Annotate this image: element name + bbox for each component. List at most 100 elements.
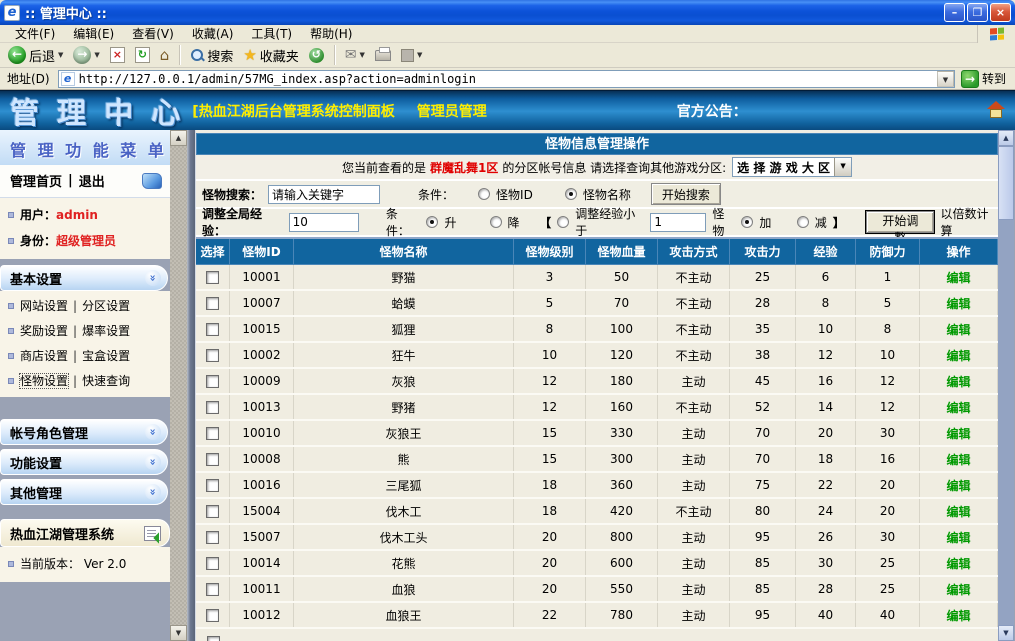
menu-tools[interactable]: 工具(T)	[242, 25, 301, 43]
banner-home-icon[interactable]	[987, 103, 1005, 118]
scrollbar-thumb[interactable]	[998, 146, 1014, 220]
sidebar-home-link[interactable]: 管理首页	[10, 171, 62, 190]
address-dropdown-icon[interactable]: ▼	[937, 71, 954, 87]
edit-page-button[interactable]: ▼	[397, 44, 426, 66]
back-button[interactable]: ← 后退 ▼	[4, 44, 67, 66]
row-checkbox[interactable]	[206, 609, 219, 622]
sidebar-section-other[interactable]: 其他管理 »	[0, 479, 168, 505]
forward-dropdown-icon[interactable]: ▼	[94, 51, 99, 59]
sidebar-section-basic-settings[interactable]: 基本设置 »	[0, 265, 168, 291]
scrollbar-track[interactable]	[998, 220, 1014, 625]
sidebar-section-accounts[interactable]: 帐号角色管理 »	[0, 419, 168, 445]
start-search-button[interactable]: 开始搜索	[651, 183, 721, 205]
history-button[interactable]: ↺	[305, 44, 328, 66]
chevron-down-icon[interactable]: »	[145, 424, 161, 440]
row-checkbox[interactable]	[206, 557, 219, 570]
radio-monster-id[interactable]	[478, 188, 490, 200]
edit-link[interactable]: 编辑	[946, 451, 970, 468]
forward-button[interactable]: → ▼	[69, 44, 103, 66]
close-button[interactable]: ×	[990, 3, 1011, 22]
monster-search-input[interactable]	[268, 185, 380, 204]
edit-link[interactable]: 编辑	[946, 269, 970, 286]
edit-link[interactable]: 编辑	[946, 321, 970, 338]
stop-button[interactable]: ×	[106, 44, 129, 66]
row-checkbox[interactable]	[206, 479, 219, 492]
exp-value-input[interactable]	[289, 213, 359, 232]
scroll-down-icon[interactable]: ▼	[170, 625, 187, 641]
zone-select[interactable]: 选 择 游 戏 大 区 ▼	[732, 157, 852, 177]
mail-dropdown-icon[interactable]: ▼	[360, 51, 365, 59]
edit-link[interactable]: 编辑	[946, 581, 970, 598]
edit-link[interactable]: 编辑	[946, 555, 970, 572]
nav-link[interactable]: 网站设置	[20, 299, 68, 313]
menu-view[interactable]: 查看(V)	[123, 25, 183, 43]
scroll-up-icon[interactable]: ▲	[170, 130, 187, 146]
edit-link[interactable]: 编辑	[946, 295, 970, 312]
cell-defense: 5	[856, 291, 920, 315]
chevron-down-icon[interactable]: »	[145, 484, 161, 500]
exp-threshold-input[interactable]	[650, 213, 706, 232]
print-button[interactable]	[371, 44, 395, 66]
row-checkbox[interactable]	[206, 375, 219, 388]
banner-admin-link[interactable]: 管理员管理	[417, 101, 487, 121]
row-checkbox[interactable]	[206, 401, 219, 414]
home-button[interactable]: ⌂	[156, 44, 174, 66]
scrollbar-track[interactable]	[170, 146, 187, 625]
edit-link[interactable]: 编辑	[946, 373, 970, 390]
menu-favorites[interactable]: 收藏(A)	[183, 25, 243, 43]
mail-button[interactable]: ✉ ▼	[341, 44, 369, 66]
search-button[interactable]: 搜索	[186, 44, 237, 66]
radio-down[interactable]	[490, 216, 502, 228]
menu-edit[interactable]: 编辑(E)	[64, 25, 123, 43]
row-checkbox[interactable]	[206, 349, 219, 362]
go-button[interactable]: → 转到	[959, 70, 1012, 88]
address-input[interactable]: e http://127.0.0.1/admin/57MG_index.asp?…	[58, 70, 955, 88]
menu-help[interactable]: 帮助(H)	[301, 25, 361, 43]
edit-link[interactable]: 编辑	[946, 503, 970, 520]
edit-link[interactable]: 编辑	[946, 347, 970, 364]
edit-link[interactable]: 编辑	[946, 399, 970, 416]
chevron-down-icon[interactable]: »	[145, 270, 161, 286]
radio-subtract[interactable]	[797, 216, 809, 228]
row-checkbox[interactable]	[206, 297, 219, 310]
menu-file[interactable]: 文件(F)	[6, 25, 64, 43]
sidebar-logout-link[interactable]: 退出	[79, 171, 105, 190]
edit-link[interactable]: 编辑	[946, 477, 970, 494]
nav-link[interactable]: 分区设置	[82, 299, 130, 313]
minimize-button[interactable]: –	[944, 3, 965, 22]
edit-link[interactable]: 编辑	[946, 607, 970, 624]
nav-link[interactable]: 宝盒设置	[82, 349, 130, 363]
radio-up[interactable]	[426, 216, 438, 228]
edit-dropdown-icon[interactable]: ▼	[417, 51, 422, 59]
row-checkbox[interactable]	[206, 427, 219, 440]
chevron-down-icon[interactable]: »	[145, 454, 161, 470]
radio-monster-name[interactable]	[565, 188, 577, 200]
nav-link[interactable]: 快速查询	[82, 374, 130, 388]
scroll-down-icon[interactable]: ▼	[998, 625, 1014, 641]
back-dropdown-icon[interactable]: ▼	[58, 51, 63, 59]
radio-add[interactable]	[741, 216, 753, 228]
row-checkbox[interactable]	[206, 531, 219, 544]
sidebar-scrollbar[interactable]: ▲ ▼	[170, 130, 187, 641]
main-scrollbar[interactable]: ▲ ▼	[998, 130, 1014, 641]
edit-link[interactable]: 编辑	[946, 425, 970, 442]
row-checkbox[interactable]	[206, 323, 219, 336]
start-adjust-button[interactable]: 开始调整	[866, 211, 934, 233]
maximize-button[interactable]: ❐	[967, 3, 988, 22]
row-checkbox[interactable]	[206, 583, 219, 596]
favorites-button[interactable]: ★ 收藏夹	[239, 44, 302, 66]
nav-link[interactable]: 爆率设置	[82, 324, 130, 338]
sidebar-section-functions[interactable]: 功能设置 »	[0, 449, 168, 475]
row-checkbox[interactable]	[206, 271, 219, 284]
edit-link[interactable]: 编辑	[946, 529, 970, 546]
nav-link[interactable]: 商店设置	[20, 349, 68, 363]
radio-exp-less-than[interactable]	[557, 216, 569, 228]
nav-link[interactable]: 怪物设置	[20, 374, 68, 388]
row-checkbox[interactable]	[206, 505, 219, 518]
row-checkbox[interactable]	[206, 453, 219, 466]
select-dropdown-icon[interactable]: ▼	[834, 158, 851, 176]
row-checkbox[interactable]	[207, 636, 220, 641]
nav-link[interactable]: 奖励设置	[20, 324, 68, 338]
scroll-up-icon[interactable]: ▲	[998, 130, 1014, 146]
refresh-button[interactable]: ↻	[131, 44, 154, 66]
